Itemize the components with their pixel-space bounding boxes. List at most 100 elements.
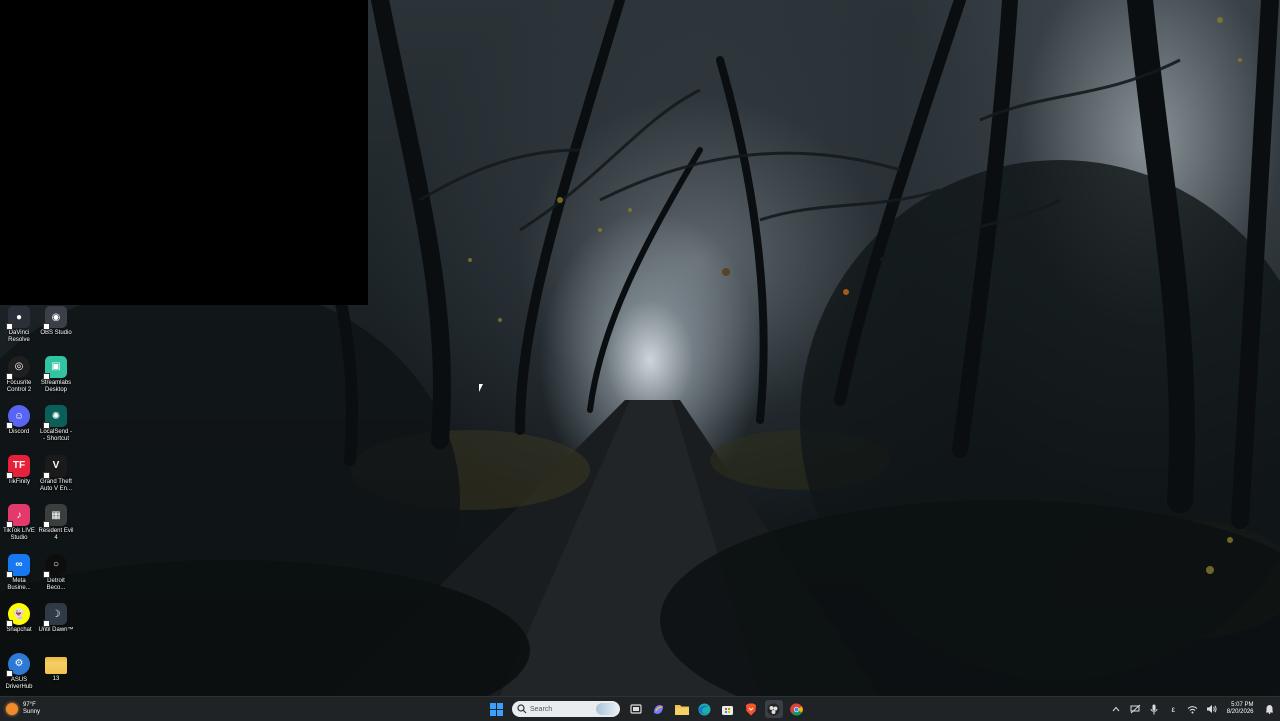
taskbar-center: Search: [485, 699, 808, 719]
desktop-shortcut-label: TikFinity: [7, 478, 31, 485]
davinci-resolve-glyph: ●: [15, 311, 23, 323]
desktop-shortcut[interactable]: TF TikFinity: [0, 454, 38, 486]
taskbar-search[interactable]: Search: [512, 701, 620, 717]
taskbar-clock[interactable]: 5:07 PM 8/20/2026: [1227, 702, 1254, 716]
asus-driverhub-glyph: ⚙: [14, 658, 24, 669]
desktop-shortcut-label: Meta Busine...: [7, 577, 31, 591]
shortcut-arrow-icon: [43, 323, 50, 330]
keyboard-layout-indicator[interactable]: ε: [1166, 702, 1180, 716]
resident-evil-4-glyph: ▦: [51, 509, 61, 521]
shortcut-arrow-icon: [6, 570, 13, 578]
shortcut-arrow-icon: [6, 471, 13, 479]
streamlabs-icon: ▣: [43, 355, 67, 380]
taskbar: 97°F Sunny Search ε 5:07 PM 8/20/2026: [0, 696, 1280, 721]
search-icon: [517, 704, 527, 714]
tiktok-live-studio-glyph: ♪: [16, 509, 22, 521]
task-view-icon[interactable]: [627, 700, 645, 718]
desktop-shortcut[interactable]: ⚙ ASUS DriverHub: [0, 652, 38, 691]
network-status-icon[interactable]: [1128, 702, 1142, 716]
sun-icon: [6, 703, 18, 715]
focusrite-control-glyph: ◎: [14, 361, 24, 372]
obs-studio-glyph: ◉: [51, 311, 61, 323]
windows-logo-icon: [490, 702, 503, 716]
desktop-shortcut[interactable]: ☺ Discord: [0, 405, 38, 436]
desktop-shortcut[interactable]: ◎ Focusrite Control 2: [0, 355, 38, 394]
desktop-shortcut-label: ASUS DriverHub: [5, 676, 33, 690]
mouse-cursor: [479, 384, 483, 392]
meta-business-glyph: ∞: [15, 559, 23, 570]
chrome-icon[interactable]: [788, 700, 806, 718]
desktop-shortcut[interactable]: ◉ OBS Studio: [37, 306, 75, 337]
shortcut-arrow-icon: [43, 372, 50, 380]
streamlabs-glyph: ▣: [51, 361, 61, 372]
wifi-icon[interactable]: [1185, 702, 1199, 716]
shortcut-arrow-icon: [43, 471, 50, 479]
davinci-resolve-icon: ●: [6, 306, 30, 330]
desktop-shortcut[interactable]: V Grand Theft Auto V En...: [37, 454, 75, 493]
tiktok-live-studio-icon: ♪: [6, 504, 30, 528]
desktop-shortcut[interactable]: ▦ Resident Evil 4: [37, 504, 75, 542]
weather-widget[interactable]: 97°F Sunny: [6, 700, 40, 718]
shortcut-arrow-icon: [43, 620, 50, 627]
desktop-shortcut[interactable]: 👻 Snapchat: [0, 603, 38, 634]
shortcut-arrow-icon: [6, 669, 13, 677]
search-highlight-image: [596, 703, 618, 715]
shortcut-arrow-icon: [6, 521, 13, 528]
shortcut-arrow-icon: [6, 323, 13, 330]
desktop-shortcut-label: Snapchat: [6, 627, 32, 633]
blank-window[interactable]: [0, 0, 368, 305]
gta-v-icon: V: [43, 454, 67, 479]
chevron-up-icon[interactable]: [1109, 702, 1123, 716]
shortcut-arrow-icon: [43, 422, 50, 429]
resident-evil-4-icon: ▦: [43, 504, 67, 528]
desktop-shortcut-label: TikTok LIVE Studio: [3, 528, 35, 541]
focusrite-control-icon: ◎: [6, 355, 30, 380]
desktop-shortcut-label: Focusrite Control 2: [6, 379, 32, 393]
weather-condition: Sunny: [23, 709, 41, 715]
localsend-icon: ✺: [43, 405, 67, 429]
copilot-icon[interactable]: [650, 700, 668, 718]
start-button[interactable]: [488, 700, 506, 718]
shortcut-arrow-icon: [43, 521, 50, 528]
search-placeholder: Search: [530, 705, 553, 713]
desktop-shortcut[interactable]: ● DaVinci Resolve: [0, 306, 38, 344]
desktop-shortcut[interactable]: ∞ Meta Busine...: [0, 553, 38, 592]
microphone-icon[interactable]: [1147, 702, 1161, 716]
desktop-shortcut-label: Discord: [8, 429, 30, 435]
file-explorer-icon[interactable]: [673, 700, 691, 718]
shortcut-arrow-icon: [6, 620, 13, 627]
shortcut-arrow-icon: [6, 372, 13, 380]
volume-icon[interactable]: [1204, 702, 1218, 716]
until-dawn-icon: ☽: [43, 603, 67, 627]
tikfinity-icon: TF: [6, 454, 30, 479]
system-tray: ε 5:07 PM 8/20/2026: [1107, 699, 1280, 719]
edge-icon[interactable]: [696, 700, 714, 718]
obs-taskbar-icon[interactable]: [764, 700, 783, 718]
meta-business-icon: ∞: [6, 553, 30, 578]
desktop-shortcut-label: 13: [52, 675, 60, 682]
snapchat-glyph: 👻: [12, 608, 26, 620]
shortcut-arrow-icon: [6, 422, 13, 429]
weather-temperature: 97°F: [23, 702, 36, 708]
microsoft-store-icon[interactable]: [719, 700, 737, 718]
shortcut-arrow-icon: [43, 570, 50, 578]
discord-icon: ☺: [6, 405, 30, 429]
desktop-shortcut-label: Resident Evil 4: [38, 528, 74, 541]
folder-icon: [45, 656, 67, 674]
clock-time: 5:07 PM: [1231, 702, 1254, 708]
desktop-shortcut[interactable]: ☽ Until Dawn™: [37, 603, 75, 634]
localsend-glyph: ✺: [51, 410, 61, 422]
desktop-shortcut-label: DaVinci Resolve: [8, 330, 30, 343]
desktop-shortcut-label: Until Dawn™: [38, 627, 74, 633]
notification-bell-icon[interactable]: [1262, 702, 1276, 716]
desktop-shortcut[interactable]: 13: [37, 653, 75, 683]
desktop-shortcut[interactable]: ♪ TikTok LIVE Studio: [0, 504, 38, 542]
detroit-icon: ○: [43, 553, 67, 578]
desktop-shortcut[interactable]: ○ Detroit Beco...: [37, 553, 75, 592]
tikfinity-glyph: TF: [12, 460, 26, 471]
desktop-shortcut[interactable]: ✺ LocalSend - - Shortcut: [37, 405, 75, 443]
brave-icon[interactable]: [742, 700, 760, 718]
desktop-shortcut[interactable]: ▣ Streamlabs Desktop: [37, 355, 75, 394]
gta-v-glyph: V: [52, 460, 60, 471]
detroit-glyph: ○: [52, 559, 60, 570]
